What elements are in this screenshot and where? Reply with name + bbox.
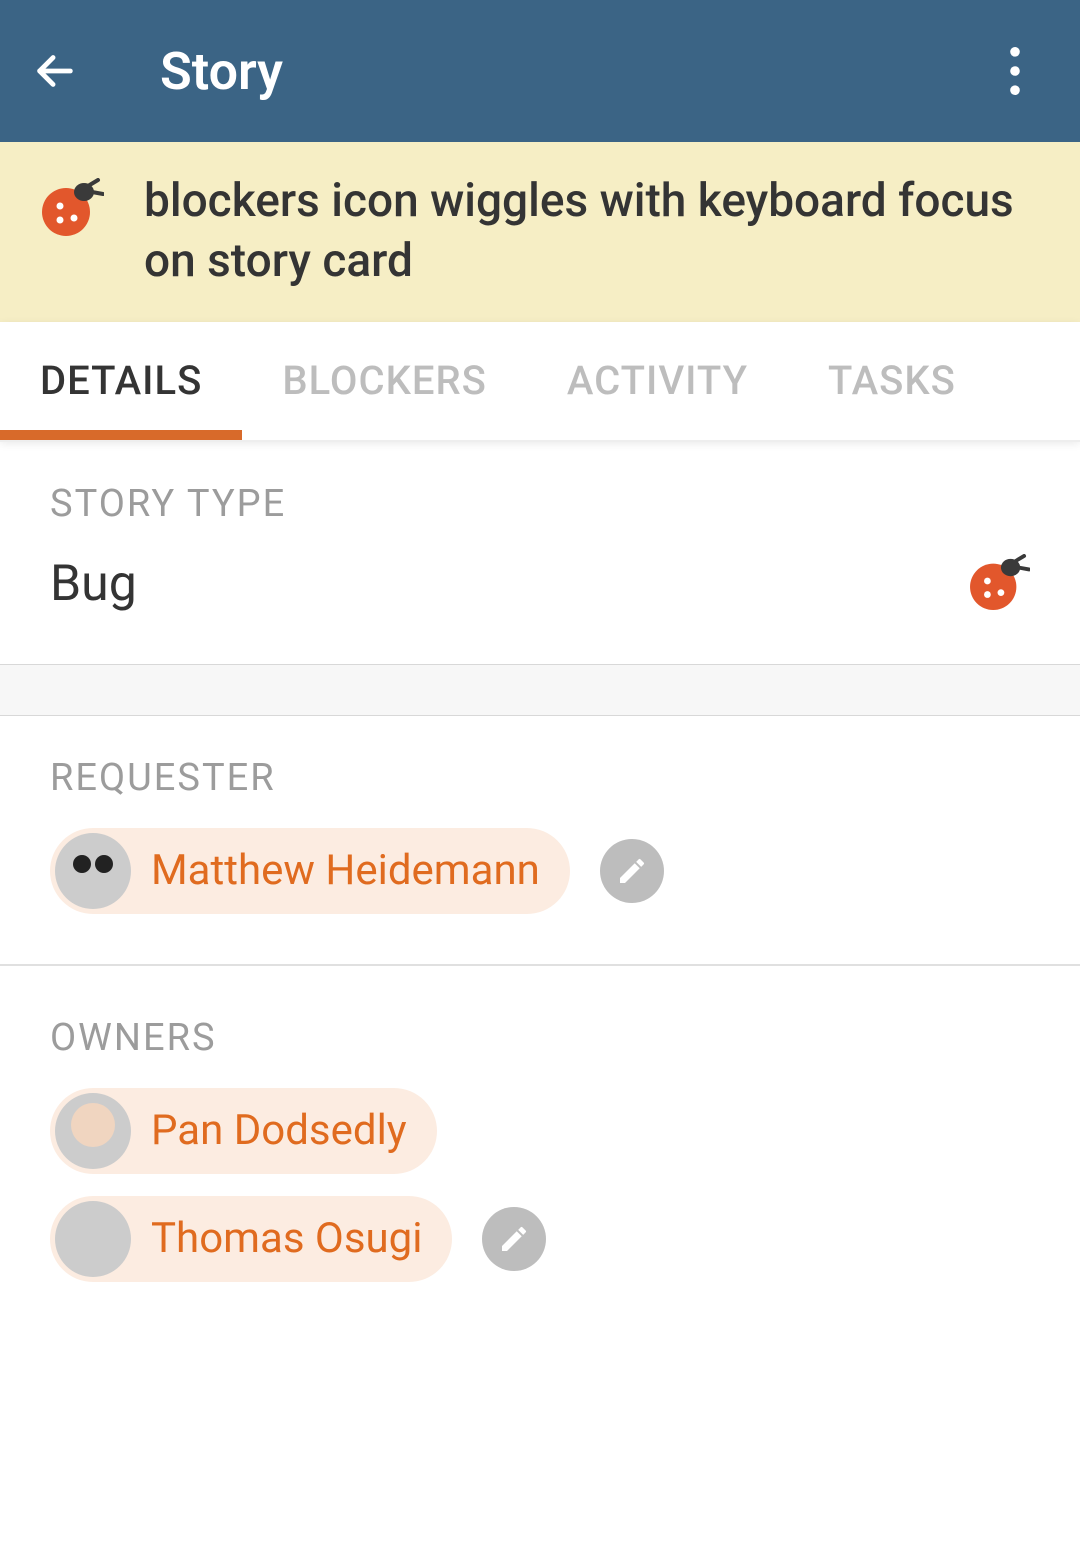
owner-row: Pan Dodsedly	[50, 1088, 1030, 1174]
owner-name: Thomas Osugi	[151, 1214, 422, 1263]
avatar	[55, 1201, 131, 1277]
arrow-left-icon	[32, 48, 78, 94]
requester-section: REQUESTER Matthew Heidemann	[0, 716, 1080, 966]
owner-name: Pan Dodsedly	[151, 1106, 407, 1155]
story-type-section: STORY TYPE Bug	[0, 442, 1080, 664]
story-type-row[interactable]: Bug	[50, 554, 1030, 614]
requester-name: Matthew Heidemann	[151, 846, 540, 895]
overflow-menu-button[interactable]	[990, 46, 1040, 96]
story-type-value: Bug	[50, 555, 137, 613]
owner-row: Thomas Osugi	[50, 1196, 1030, 1282]
owner-chip[interactable]: Pan Dodsedly	[50, 1088, 437, 1174]
edit-requester-button[interactable]	[600, 839, 664, 903]
story-header: blockers icon wiggles with keyboard focu…	[0, 142, 1080, 322]
owner-chip[interactable]: Thomas Osugi	[50, 1196, 452, 1282]
avatar	[55, 1093, 131, 1169]
appbar-title: Story	[160, 41, 283, 102]
tab-activity[interactable]: ACTIVITY	[527, 322, 788, 440]
edit-owners-button[interactable]	[482, 1207, 546, 1271]
pencil-icon	[498, 1223, 530, 1255]
story-type-label: STORY TYPE	[50, 482, 1030, 526]
tab-blockers[interactable]: BLOCKERS	[242, 322, 527, 440]
more-vertical-icon	[1009, 47, 1021, 95]
tabs: DETAILS BLOCKERS ACTIVITY TASKS	[0, 322, 1080, 442]
bug-icon	[40, 178, 104, 240]
tab-tasks[interactable]: TASKS	[788, 322, 956, 440]
requester-chip[interactable]: Matthew Heidemann	[50, 828, 570, 914]
requester-label: REQUESTER	[50, 756, 1030, 800]
section-divider	[0, 664, 1080, 716]
owners-section: OWNERS Pan Dodsedly Thomas Osugi	[0, 966, 1080, 1324]
tab-details[interactable]: DETAILS	[0, 322, 242, 440]
story-title: blockers icon wiggles with keyboard focu…	[144, 172, 1040, 292]
owners-label: OWNERS	[50, 1016, 1030, 1060]
appbar: Story	[0, 0, 1080, 142]
bug-icon	[968, 554, 1030, 614]
avatar	[55, 833, 131, 909]
back-button[interactable]	[30, 46, 80, 96]
pencil-icon	[616, 855, 648, 887]
